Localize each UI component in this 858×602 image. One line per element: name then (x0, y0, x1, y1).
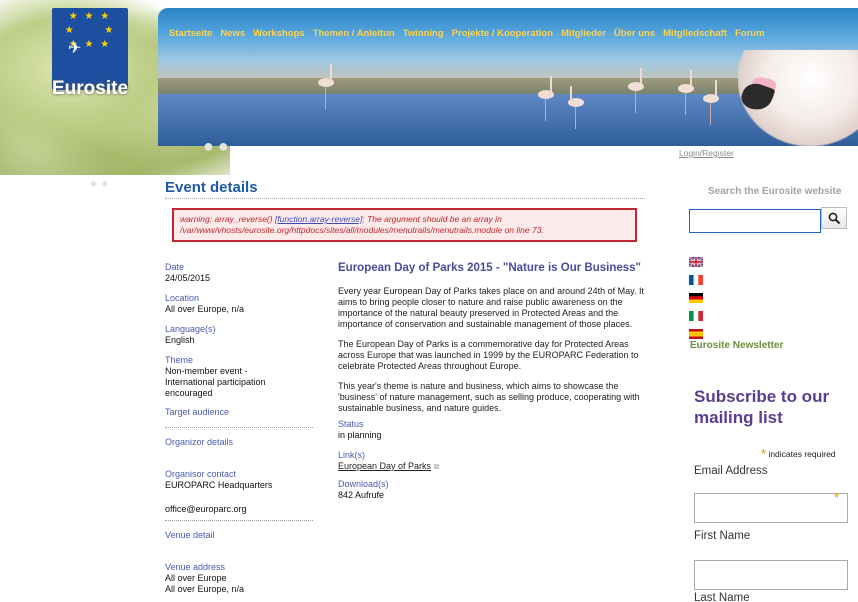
required-note: * indicates required (761, 446, 836, 461)
italy-flag-icon[interactable] (689, 311, 703, 321)
venue-detail-label: Venue detail (165, 530, 215, 540)
date-label: Date (165, 262, 185, 272)
event-paragraph: The European Day of Parks is a commemora… (338, 339, 639, 371)
nav-item-projekte[interactable]: Projekte / Kooperation (448, 26, 557, 42)
downloads-label: Download(s) (338, 479, 389, 489)
uk-flag-icon[interactable] (688, 256, 704, 268)
language-flags (688, 256, 704, 347)
decorative-dots: ●● (203, 136, 233, 156)
event-description-column: European Day of Parks 2015 - "Nature is … (338, 262, 644, 501)
spain-flag-icon[interactable] (689, 329, 703, 339)
main-nav: Startseite News Workshops Themen / Anlei… (165, 26, 769, 42)
organisor-email: office@europarc.org (165, 504, 247, 514)
login-register-link[interactable]: Login/Register (679, 148, 734, 158)
location-label: Location (165, 293, 200, 303)
event-details-column: Date 24/05/2015 Location All over Europe… (165, 262, 315, 595)
function-doc-link[interactable]: [function.array-reverse] (275, 214, 362, 224)
language-value: English (165, 335, 195, 345)
venue-address-line: All over Europe (165, 573, 227, 583)
nav-item-ueber-uns[interactable]: Über uns (610, 26, 659, 42)
theme-value: Non-member event - International partici… (165, 366, 266, 398)
divider (165, 427, 313, 428)
organisor-contact-label: Organisor contact (165, 469, 237, 479)
event-link[interactable]: European Day of Parks (338, 461, 431, 471)
event-paragraph: This year's theme is nature and business… (338, 381, 640, 413)
event-title: European Day of Parks 2015 - "Nature is … (338, 262, 641, 274)
nav-item-news[interactable]: News (216, 26, 249, 42)
nav-item-twinning[interactable]: Twinning (399, 26, 448, 42)
organizor-details-label: Organizor details (165, 437, 234, 447)
language-label: Language(s) (165, 324, 216, 334)
venue-address-line: All over Europe, n/a (165, 584, 245, 594)
france-flag-icon[interactable] (689, 275, 703, 285)
nav-item-forum[interactable]: Forum (731, 26, 769, 42)
required-star-icon: * (833, 490, 839, 505)
page-title: Event details (165, 179, 258, 196)
bird-icon: ✈ (68, 40, 82, 57)
nav-item-mitgliedschaft[interactable]: Mitgliedschaft (659, 26, 731, 42)
theme-label: Theme (165, 355, 194, 365)
search-button[interactable] (821, 207, 847, 229)
downloads-value: 842 Aufrufe (338, 490, 385, 500)
germany-flag-icon[interactable] (689, 293, 703, 303)
magnifier-icon (828, 212, 840, 224)
email-label: Email Address (694, 465, 768, 477)
organisor-contact-name: EUROPARC Headquarters (165, 480, 273, 490)
status-label: Status (338, 419, 364, 429)
nav-item-themen[interactable]: Themen / Anleitun (309, 26, 399, 42)
status-value: in planning (338, 430, 382, 440)
decorative-dots: ●● (90, 176, 113, 190)
newsletter-heading: Eurosite Newsletter (690, 340, 784, 351)
first-name-field[interactable] (694, 560, 848, 590)
first-name-label: First Name (694, 530, 751, 542)
nav-item-startseite[interactable]: Startseite (165, 26, 216, 42)
event-paragraph: Every year European Day of Parks takes p… (338, 286, 645, 329)
target-audience-label: Target audience (165, 407, 230, 417)
required-star-icon: * (761, 446, 767, 461)
nav-item-workshops[interactable]: Workshops (249, 26, 309, 42)
email-field[interactable]: * (694, 490, 848, 523)
external-link-icon: ⧉ (433, 462, 440, 471)
divider (165, 520, 313, 521)
venue-address-label: Venue address (165, 562, 226, 572)
last-name-label: Last Name (694, 592, 750, 602)
warning-message: warning: array_reverse() [function.array… (172, 208, 637, 242)
links-label: Link(s) (338, 450, 366, 460)
date-value: 24/05/2015 (165, 273, 211, 283)
nav-item-mitglieder[interactable]: Mitglieder (557, 26, 610, 42)
location-value: All over Europe, n/a (165, 304, 245, 314)
divider (165, 198, 645, 199)
subscribe-heading: Subscribe to our mailing list (694, 387, 830, 427)
search-label: Search the Eurosite website (708, 186, 842, 197)
logo-text[interactable]: Eurosite (52, 78, 128, 100)
search-input[interactable] (689, 209, 821, 233)
